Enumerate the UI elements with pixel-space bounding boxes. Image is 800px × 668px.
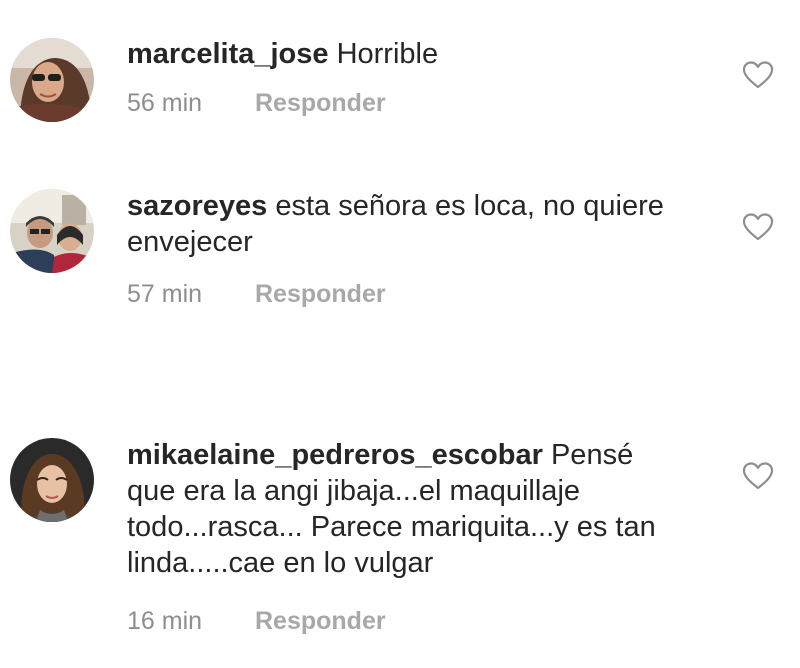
comment-time: 56 min bbox=[127, 89, 203, 117]
heart-outline-icon[interactable] bbox=[742, 60, 774, 90]
comment-meta: 57 min Responder bbox=[127, 280, 386, 309]
comment-time: 57 min bbox=[127, 280, 203, 308]
comment-text: mikaelaine_pedreros_escobar Pensé que er… bbox=[127, 437, 687, 581]
user-avatar-icon bbox=[10, 189, 94, 273]
comment-meta: 16 min Responder bbox=[127, 607, 386, 636]
avatar[interactable] bbox=[10, 438, 94, 522]
avatar[interactable] bbox=[10, 38, 94, 122]
reply-button[interactable]: Responder bbox=[255, 280, 386, 309]
comment-text: sazoreyes esta señora es loca, no quiere… bbox=[127, 188, 687, 260]
heart-outline-icon[interactable] bbox=[742, 212, 774, 242]
user-avatar-icon bbox=[10, 38, 94, 122]
comment-username[interactable]: marcelita_jose bbox=[127, 38, 329, 70]
comment-text: marcelita_jose Horrible bbox=[127, 36, 687, 72]
reply-button[interactable]: Responder bbox=[255, 607, 386, 636]
comment-meta: 56 min Responder bbox=[127, 89, 386, 118]
comment-username[interactable]: sazoreyes bbox=[127, 190, 267, 222]
heart-outline-icon[interactable] bbox=[742, 461, 774, 491]
reply-button[interactable]: Responder bbox=[255, 89, 386, 118]
comment-body: Horrible bbox=[336, 38, 439, 70]
comment-time: 16 min bbox=[127, 607, 203, 635]
comment-username[interactable]: mikaelaine_pedreros_escobar bbox=[127, 439, 543, 471]
user-avatar-icon bbox=[10, 438, 94, 522]
avatar[interactable] bbox=[10, 189, 94, 273]
